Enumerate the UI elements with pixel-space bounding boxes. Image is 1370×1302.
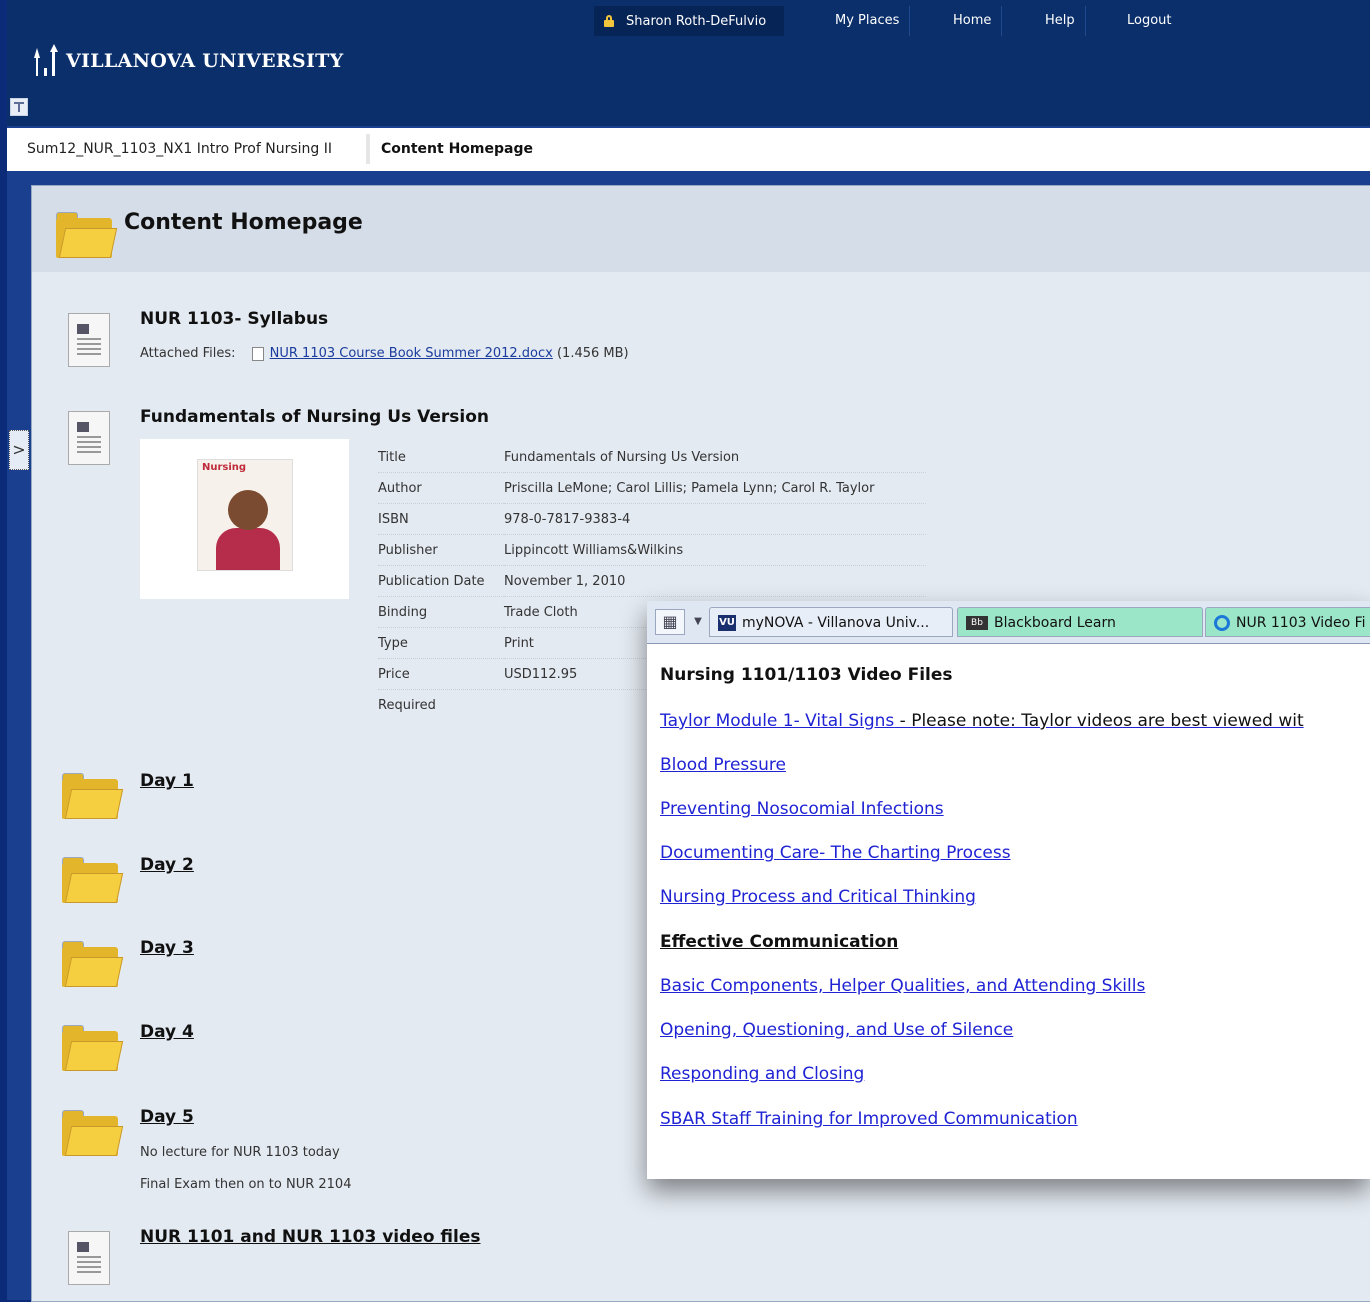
home-link[interactable]: Home xyxy=(943,6,1003,36)
villanova-logo[interactable]: VILLANOVA UNIVERSITY xyxy=(32,44,343,78)
browser-tab-bar: ▦ ▼ VU myNOVA - Villanova Univ... Bb Black… xyxy=(647,601,1370,644)
opening-questioning-link[interactable]: Opening, Questioning, and Use of Silence xyxy=(660,1020,1013,1040)
document-icon xyxy=(68,1231,110,1285)
day-3-link[interactable]: Day 3 xyxy=(140,938,194,958)
breadcrumb-separator xyxy=(366,134,370,164)
field-key: Publisher xyxy=(378,534,504,566)
table-row: Title Fundamentals of Nursing Us Version xyxy=(378,442,926,473)
content-header: Content Homepage xyxy=(32,186,1370,272)
field-key: Price xyxy=(378,658,504,690)
effective-communication-heading[interactable]: Effective Communication xyxy=(660,932,898,952)
popup-link-row: Taylor Module 1- Vital Signs - Please no… xyxy=(660,711,1304,731)
brand-name: VILLANOVA UNIVERSITY xyxy=(66,50,344,72)
table-row: ISBN 978-0-7817-9383-4 xyxy=(378,503,926,535)
field-key: ISBN xyxy=(378,503,504,535)
browser-popup-window: ▦ ▼ VU myNOVA - Villanova Univ... Bb Black… xyxy=(647,601,1370,1179)
field-key: Type xyxy=(378,627,504,659)
textbook-title: Fundamentals of Nursing Us Version xyxy=(140,407,489,427)
field-key: Publication Date xyxy=(378,565,504,597)
day-2-link[interactable]: Day 2 xyxy=(140,855,194,875)
day-4-link[interactable]: Day 4 xyxy=(140,1022,194,1042)
field-value: Lippincott Williams&Wilkins xyxy=(504,534,926,566)
expand-menu-chevron-icon[interactable]: > xyxy=(9,430,29,470)
file-icon xyxy=(251,346,264,361)
day-5-link[interactable]: Day 5 xyxy=(140,1107,194,1127)
my-places-link[interactable]: My Places xyxy=(825,6,911,36)
field-value: 978-0-7817-9383-4 xyxy=(504,503,926,535)
table-row: Author Priscilla LeMone; Carol Lillis; Pa… xyxy=(378,472,926,504)
breadcrumb-current: Content Homepage xyxy=(381,141,533,157)
field-key: Author xyxy=(378,472,504,504)
video-files-link[interactable]: NUR 1101 and NUR 1103 video files xyxy=(140,1227,481,1247)
field-key: Title xyxy=(378,442,504,473)
tab-label: myNOVA - Villanova Univ... xyxy=(742,615,930,631)
basic-components-link[interactable]: Basic Components, Helper Qualities, and … xyxy=(660,976,1145,996)
help-link[interactable]: Help xyxy=(1035,6,1086,36)
blood-pressure-link[interactable]: Blood Pressure xyxy=(660,755,786,775)
attached-files: Attached Files: NUR 1103 Course Book Sum… xyxy=(140,346,629,361)
logout-link[interactable]: Logout xyxy=(1117,6,1182,36)
user-menu[interactable]: Sharon Roth-DeFulvio xyxy=(594,6,784,36)
popup-content: Nursing 1101/1103 Video Files Taylor Mod… xyxy=(647,643,1370,1179)
tab-mynova[interactable]: VU myNOVA - Villanova Univ... xyxy=(709,607,953,637)
vital-signs-link[interactable]: Taylor Module 1- Vital Signs xyxy=(660,711,894,731)
table-row: Publication Date November 1, 2010 xyxy=(378,565,926,597)
vu-favicon-icon: VU xyxy=(718,615,736,631)
textbook-cover-frame: Nursing xyxy=(140,439,349,599)
sbar-training-link[interactable]: SBAR Staff Training for Improved Communi… xyxy=(660,1109,1078,1129)
day-1-link[interactable]: Day 1 xyxy=(140,771,194,791)
field-value: Priscilla LeMone; Carol Lillis; Pamela L… xyxy=(504,472,926,504)
field-value: Fundamentals of Nursing Us Version xyxy=(504,442,926,473)
tab-blackboard[interactable]: Bb Blackboard Learn xyxy=(957,607,1203,637)
page-title: Content Homepage xyxy=(124,210,363,235)
file-size: (1.456 MB) xyxy=(556,346,629,361)
breadcrumb: Sum12_NUR_1103_NX1 Intro Prof Nursing II… xyxy=(7,128,1370,172)
attached-files-label: Attached Files: xyxy=(140,346,236,361)
tab-list-dropdown-icon[interactable]: ▼ xyxy=(689,609,707,635)
nursing-process-link[interactable]: Nursing Process and Critical Thinking xyxy=(660,887,976,907)
day-5-note: No lecture for NUR 1103 today xyxy=(140,1145,340,1160)
textbook-cover-image: Nursing xyxy=(197,459,293,571)
taylor-note: - Please note: Taylor videos are best vi… xyxy=(894,711,1304,731)
spire-logo-icon xyxy=(32,44,58,78)
ie-favicon-icon xyxy=(1214,615,1230,631)
tab-video-files[interactable]: NUR 1103 Video Fi xyxy=(1205,607,1370,637)
field-value: November 1, 2010 xyxy=(504,565,926,597)
field-key: Required xyxy=(378,697,436,713)
tab-label: Blackboard Learn xyxy=(994,615,1116,631)
syllabus-file-link[interactable]: NUR 1103 Course Book Summer 2012.docx xyxy=(270,346,553,361)
lock-icon xyxy=(604,15,614,27)
breadcrumb-course[interactable]: Sum12_NUR_1103_NX1 Intro Prof Nursing II xyxy=(27,141,332,157)
nosocomial-infections-link[interactable]: Preventing Nosocomial Infections xyxy=(660,799,944,819)
syllabus-title: NUR 1103- Syllabus xyxy=(140,309,329,329)
blackboard-favicon-icon: Bb xyxy=(966,616,988,630)
table-row: Publisher Lippincott Williams&Wilkins xyxy=(378,534,926,566)
day-5-note: Final Exam then on to NUR 2104 xyxy=(140,1177,352,1192)
popup-title: Nursing 1101/1103 Video Files xyxy=(660,665,953,685)
document-icon xyxy=(68,313,110,367)
quick-tabs-icon[interactable]: ▦ xyxy=(655,609,685,635)
tab-label: NUR 1103 Video Fi xyxy=(1236,615,1366,631)
cover-title: Nursing xyxy=(202,462,247,473)
user-name: Sharon Roth-DeFulvio xyxy=(626,13,767,29)
responding-closing-link[interactable]: Responding and Closing xyxy=(660,1064,864,1084)
menu-toggle-icon[interactable] xyxy=(10,98,28,116)
charting-process-link[interactable]: Documenting Care- The Charting Process xyxy=(660,843,1011,863)
field-key: Binding xyxy=(378,596,504,628)
document-icon xyxy=(68,411,110,465)
